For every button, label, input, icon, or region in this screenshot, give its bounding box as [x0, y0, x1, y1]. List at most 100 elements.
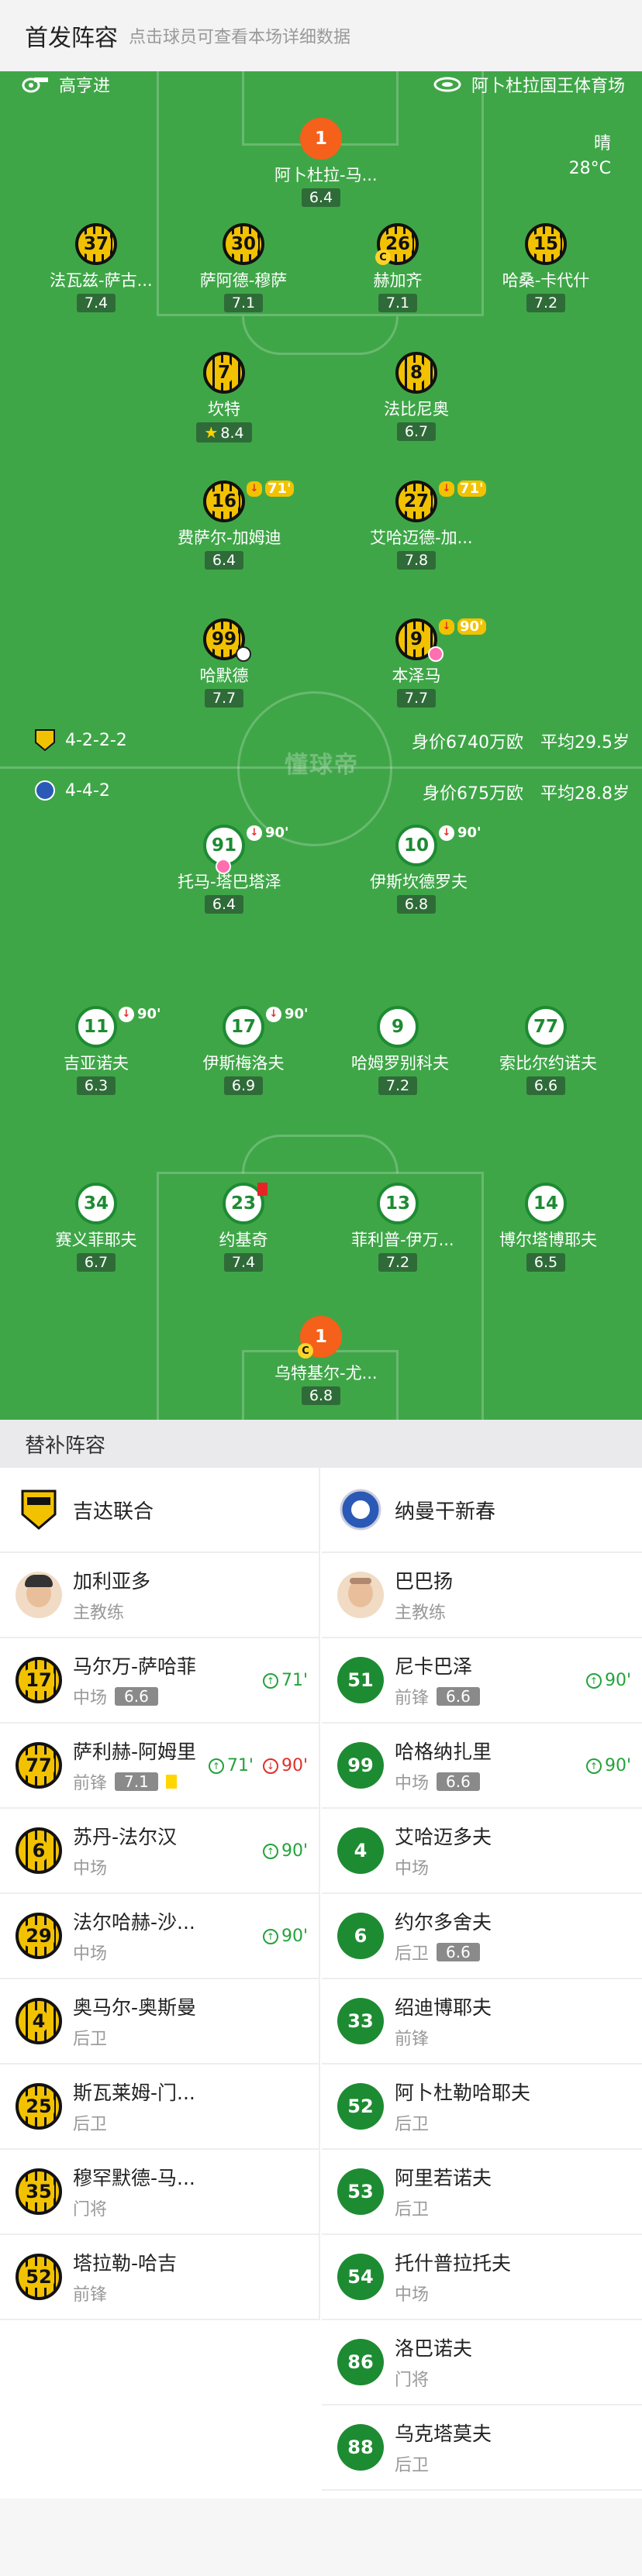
player-number-disc: 10 ↓ 90' [395, 825, 482, 866]
sub-in-icon: ↑ [585, 1758, 602, 1774]
player-away-10[interactable]: 10 ↓ 90' 伊斯坎德罗夫 6.8 [370, 825, 482, 914]
player-rating: 6.8 [396, 895, 437, 914]
player-home-27[interactable]: 27 ↓ 71' 艾哈迈德-加... 7.8 [370, 480, 486, 570]
player-away-11[interactable]: 11 ↓ 90' 吉亚诺夫 6.3 [50, 1006, 161, 1095]
player-home-15[interactable]: 15 哈桑-卡代什 7.2 [499, 223, 592, 312]
player-name: 法尔哈赫-沙... [73, 1911, 195, 1934]
player-home-99[interactable]: 99 哈默德 7.7 [178, 618, 271, 708]
away-team-row[interactable]: 纳曼干新春 [322, 1468, 642, 1553]
sub-player-row[interactable]: 4 艾哈迈多夫 中场 [322, 1809, 642, 1894]
player-number-disc: 27 ↓ 71' [395, 480, 486, 522]
away-team-logo-icon [337, 1486, 384, 1533]
player-name: 阿卜杜拉-马... [274, 166, 378, 184]
sub-off-badge: ↓ 90' [266, 1006, 309, 1022]
player-name: 托什普拉托夫 [395, 2252, 512, 2275]
sub-player-row[interactable]: 52 塔拉勒-哈吉 前锋 [0, 2235, 319, 2320]
player-name: 坎特 [208, 400, 240, 418]
sub-in-icon: ↑ [262, 1672, 278, 1689]
captain-badge: C [375, 250, 391, 265]
player-number-badge: 99 [337, 1742, 384, 1789]
player-name: 穆罕默德-马... [73, 2167, 195, 2189]
player-away-34[interactable]: 34 赛义菲耶夫 6.7 [50, 1183, 143, 1272]
sub-player-row[interactable]: 77 萨利赫-阿姆里 前锋 7.1 ↑ 71' ↓ 90' [0, 1724, 319, 1809]
player-home-9[interactable]: 9 ↓ 90' 本泽马 7.7 [370, 618, 486, 708]
player-name: 哈桑-卡代什 [502, 271, 590, 290]
coach-role: 主教练 [73, 1603, 125, 1623]
player-rating: 7.1 [378, 294, 418, 312]
player-home-7[interactable]: 7 坎特 ★ 8.4 [178, 352, 271, 443]
player-name: 洛巴诺夫 [395, 2337, 473, 2360]
player-number-disc: 8 [395, 352, 437, 394]
sub-player-row[interactable]: 99 哈格纳扎里 中场 6.6 ↑ 90' [322, 1724, 642, 1809]
player-away-77[interactable]: 77 索比尔约诺夫 6.6 [499, 1006, 597, 1095]
home-coach-row[interactable]: 加利亚多 主教练 [0, 1553, 319, 1638]
player-name: 吉亚诺夫 [64, 1054, 129, 1073]
away-subs-column: 纳曼干新春 巴巴扬 主教练 51 尼卡巴泽 前锋 6.6 ↑ 90' 99 哈格纳扎里 中场 6.6… [322, 1468, 642, 2491]
player-position: 后卫 [73, 2115, 108, 2134]
player-home-8[interactable]: 8 法比尼奥 6.7 [370, 352, 463, 441]
player-name: 菲利普-伊万... [351, 1231, 454, 1249]
goal-ball-icon [236, 646, 251, 662]
coach-avatar [337, 1572, 384, 1618]
coach-avatar [16, 1572, 62, 1618]
player-rating: 6.7 [396, 422, 437, 441]
player-away-17[interactable]: 17 ↓ 90' 伊斯梅洛夫 6.9 [197, 1006, 309, 1095]
player-position: 中场 [73, 1689, 108, 1708]
sub-player-row[interactable]: 52 阿卜杜勒哈耶夫 后卫 [322, 2065, 642, 2150]
player-home-gk[interactable]: 1 阿卜杜拉-马... 6.4 [274, 118, 378, 207]
player-position: 门将 [73, 2200, 108, 2220]
player-number-disc: 99 [203, 618, 251, 662]
player-rating: 7.1 [223, 294, 264, 312]
player-away-gk[interactable]: 1C 乌特基尔-尤... 6.8 [274, 1316, 378, 1405]
sub-player-row[interactable]: 29 法尔哈赫-沙... 中场 ↑ 90' [0, 1894, 319, 1979]
home-team-row[interactable]: 吉达联合 [0, 1468, 319, 1553]
player-rating: 7.8 [396, 551, 437, 570]
sub-player-row[interactable]: 86 洛巴诺夫 门将 [322, 2320, 642, 2406]
player-home-30[interactable]: 30 萨阿德-穆萨 7.1 [197, 223, 290, 312]
player-home-26[interactable]: 26 C 赫加齐 7.1 [351, 223, 444, 312]
sub-player-row[interactable]: 25 斯瓦莱姆-门... 后卫 [0, 2065, 319, 2150]
sub-player-row[interactable]: 6 苏丹-法尔汉 中场 ↑ 90' [0, 1809, 319, 1894]
away-coach-row[interactable]: 巴巴扬 主教练 [322, 1553, 642, 1638]
player-away-91[interactable]: 91 ↓ 90' 托马-塔巴塔泽 6.4 [178, 825, 289, 914]
player-number-disc: 7 [203, 352, 245, 394]
coach-name: 巴巴扬 [395, 1570, 454, 1593]
player-away-14[interactable]: 14 博尔塔博耶夫 6.5 [499, 1183, 597, 1272]
player-home-16[interactable]: 16 ↓ 71' 费萨尔-加姆迪 6.4 [178, 480, 294, 570]
player-number-badge: 77 [16, 1742, 62, 1789]
sub-player-row[interactable]: 88 乌克塔莫夫 后卫 [322, 2406, 642, 2491]
sub-off-badge: ↓ 90' [119, 1006, 161, 1022]
player-number-badge: 4 [337, 1827, 384, 1874]
sub-player-row[interactable]: 54 托什普拉托夫 中场 [322, 2235, 642, 2320]
pitch: 懂球帝 高亨进 阿卜杜拉国王体育场 晴 28°C 1 阿卜杜拉-马... 6.4… [0, 71, 642, 1420]
player-position: 前锋 [73, 2285, 108, 2305]
coach-name: 加利亚多 [73, 1570, 151, 1593]
sub-player-row[interactable]: 17 马尔万-萨哈菲 中场 6.6 ↑ 71' [0, 1638, 319, 1724]
player-name: 费萨尔-加姆迪 [178, 529, 281, 547]
red-card-icon [257, 1183, 268, 1196]
sub-player-row[interactable]: 35 穆罕默德-马... 门将 [0, 2150, 319, 2235]
player-rating: 7.1 [115, 1772, 158, 1791]
player-home-37[interactable]: 37 法瓦兹-萨古... 7.4 [50, 223, 153, 312]
player-rating: 7.7 [396, 689, 437, 708]
player-rating: 7.2 [378, 1076, 418, 1095]
player-number-disc: 9 [377, 1006, 419, 1048]
sub-player-row[interactable]: 33 绍迪博耶夫 前锋 [322, 1979, 642, 2065]
captain-badge: C [298, 1343, 313, 1359]
player-position: 中场 [73, 1944, 108, 1964]
player-position: 后卫 [395, 2200, 430, 2220]
player-number-disc: 11 ↓ 90' [75, 1006, 161, 1048]
sub-player-row[interactable]: 6 约尔多舍夫 后卫 6.6 [322, 1894, 642, 1979]
sub-player-row[interactable]: 53 阿里若诺夫 后卫 [322, 2150, 642, 2235]
sub-player-row[interactable]: 51 尼卡巴泽 前锋 6.6 ↑ 90' [322, 1638, 642, 1724]
player-number-disc: 37 [75, 223, 117, 265]
referee-info: 高亨进 [20, 71, 110, 98]
player-away-23[interactable]: 23 约基奇 7.4 [197, 1183, 290, 1272]
player-name: 塔拉勒-哈吉 [73, 2252, 178, 2275]
sub-off-icon: ↓ [266, 1006, 281, 1022]
player-away-13[interactable]: 13 菲利普-伊万... 7.2 [351, 1183, 454, 1272]
player-number-badge: 88 [337, 2424, 384, 2471]
player-number-badge: 6 [337, 1913, 384, 1959]
player-away-9[interactable]: 9 哈姆罗别科夫 7.2 [351, 1006, 449, 1095]
sub-player-row[interactable]: 4 奥马尔-奥斯曼 后卫 [0, 1979, 319, 2065]
